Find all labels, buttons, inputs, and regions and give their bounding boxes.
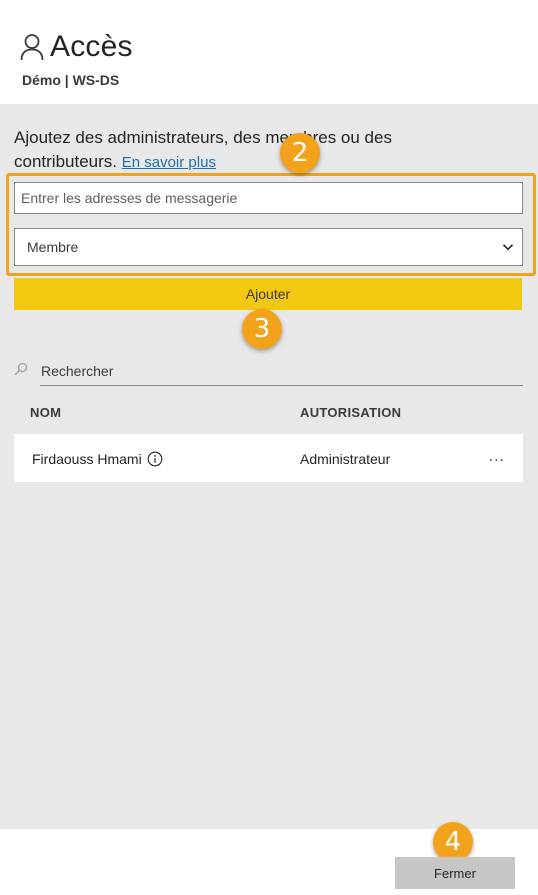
more-options-button[interactable]: ... xyxy=(489,448,505,466)
info-icon[interactable] xyxy=(147,451,163,467)
search-icon xyxy=(14,362,28,376)
title-row: Accès xyxy=(20,30,133,64)
step-badge-2: 2 xyxy=(280,133,320,173)
user-role: Administrateur xyxy=(300,451,391,467)
access-panel: Ajoutez des administrateurs, des membres… xyxy=(0,104,538,829)
panel-header: Accès Démo | WS-DS xyxy=(0,0,538,104)
step-badge-3: 3 xyxy=(242,309,282,349)
user-name: Firdaouss Hmami xyxy=(32,451,142,467)
workspace-name: Démo | WS-DS xyxy=(22,72,120,88)
role-dropdown-value: Membre xyxy=(27,239,79,255)
column-header-name[interactable]: NOM xyxy=(30,405,61,420)
description: Ajoutez des administrateurs, des membres… xyxy=(14,126,434,175)
chevron-down-icon xyxy=(502,244,514,251)
page-title: Accès xyxy=(50,30,133,63)
learn-more-link[interactable]: En savoir plus xyxy=(122,154,216,171)
role-dropdown[interactable]: Membre xyxy=(14,228,523,266)
step-badge-4: 4 xyxy=(433,822,473,862)
table-row: Firdaouss Hmami Administrateur ... xyxy=(14,434,523,482)
user-name-cell: Firdaouss Hmami xyxy=(32,451,163,467)
person-icon xyxy=(20,34,44,61)
column-header-permission[interactable]: AUTORISATION xyxy=(300,405,401,420)
add-button[interactable]: Ajouter xyxy=(14,278,522,310)
search-bar xyxy=(14,358,523,386)
email-input[interactable] xyxy=(14,182,523,214)
close-button[interactable]: Fermer xyxy=(395,857,515,889)
search-input[interactable] xyxy=(40,358,523,386)
